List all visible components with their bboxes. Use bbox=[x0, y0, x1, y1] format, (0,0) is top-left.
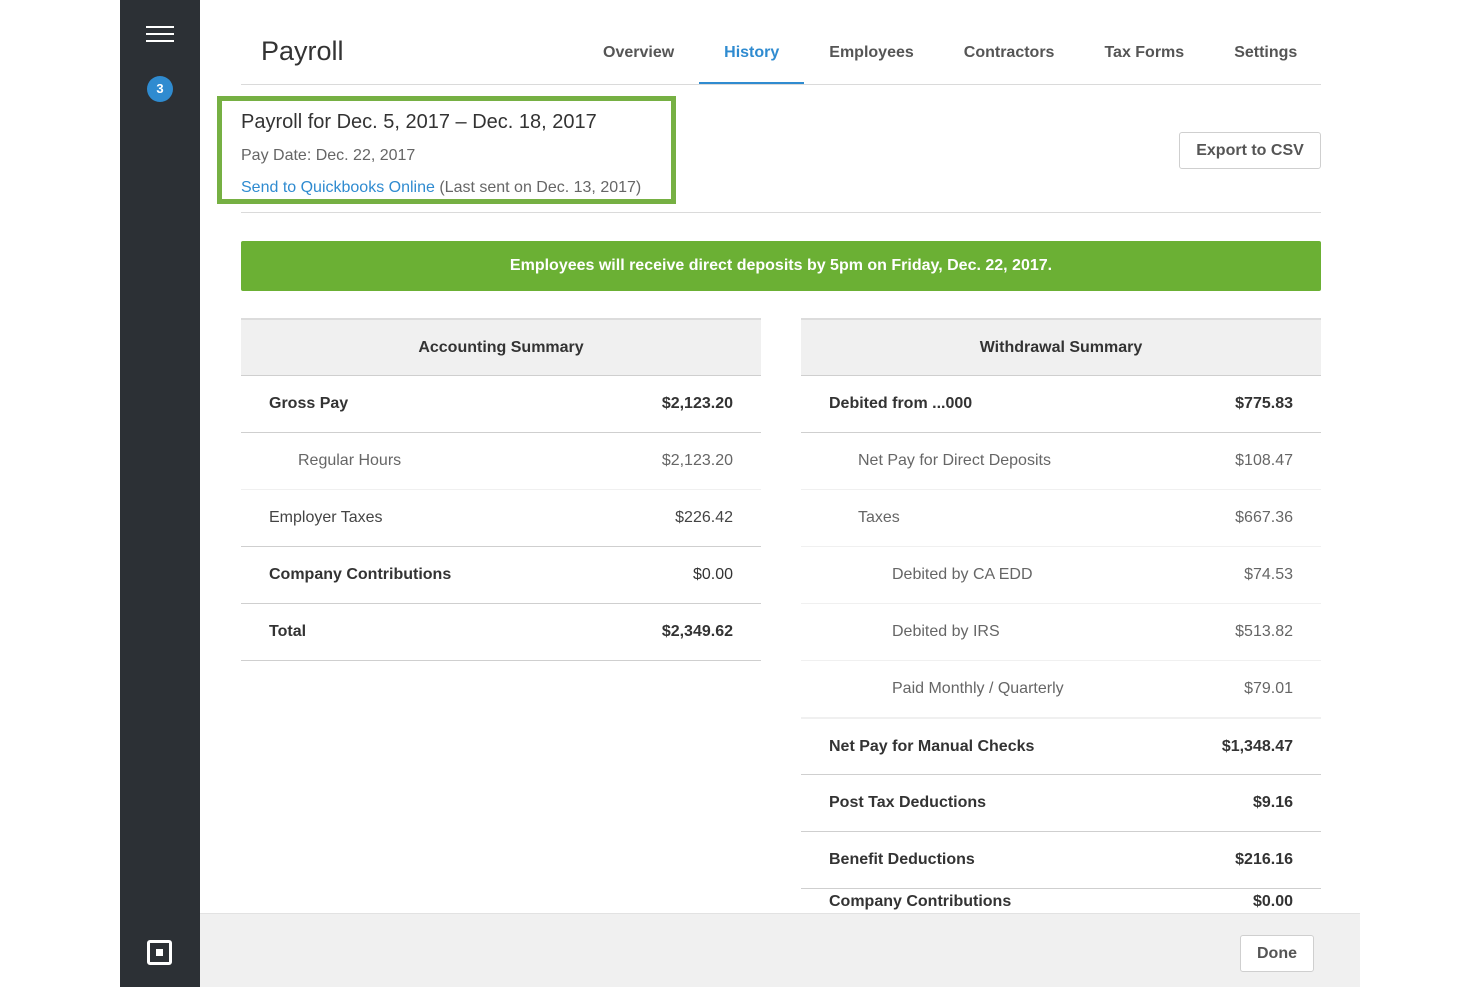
table-row: Taxes $667.36 bbox=[801, 490, 1321, 547]
section-divider bbox=[241, 212, 1321, 213]
row-value: $2,123.20 bbox=[661, 395, 733, 412]
row-value: $74.53 bbox=[1244, 566, 1293, 583]
table-row: Gross Pay $2,123.20 bbox=[241, 376, 761, 433]
table-row: Company Contributions $0.00 bbox=[801, 889, 1321, 911]
page-title: Payroll bbox=[261, 36, 344, 66]
table-row: Post Tax Deductions $9.16 bbox=[801, 775, 1321, 832]
table-row: Benefit Deductions $216.16 bbox=[801, 832, 1321, 889]
footer-bar: Done bbox=[200, 913, 1360, 987]
tab-contractors[interactable]: Contractors bbox=[939, 22, 1080, 84]
pay-date: Pay Date: Dec. 22, 2017 bbox=[241, 147, 416, 164]
row-label: Gross Pay bbox=[269, 395, 349, 412]
quickbooks-line: Send to Quickbooks Online (Last sent on … bbox=[241, 179, 641, 197]
table-row: Total $2,349.62 bbox=[241, 604, 761, 661]
row-label: Company Contributions bbox=[829, 893, 1012, 910]
row-label: Debited by CA EDD bbox=[892, 566, 1033, 583]
export-csv-button[interactable]: Export to CSV bbox=[1179, 132, 1321, 169]
row-value: $667.36 bbox=[1235, 509, 1293, 526]
withdrawal-summary-table: Withdrawal Summary Debited from ...000 $… bbox=[801, 318, 1321, 911]
table-row: Regular Hours $2,123.20 bbox=[241, 433, 761, 490]
row-label: Paid Monthly / Quarterly bbox=[892, 680, 1064, 697]
row-value: $1,348.47 bbox=[1221, 737, 1293, 755]
row-value: $216.16 bbox=[1235, 851, 1293, 868]
row-label: Total bbox=[269, 623, 307, 640]
row-value: $2,349.62 bbox=[661, 623, 733, 640]
app-frame: 3 Payroll Overview History Employees Con… bbox=[0, 0, 1480, 987]
accounting-summary-table: Accounting Summary Gross Pay $2,123.20 R… bbox=[241, 318, 761, 661]
row-label: Employer Taxes bbox=[269, 509, 383, 526]
withdrawal-summary-heading: Withdrawal Summary bbox=[801, 318, 1321, 376]
tab-overview[interactable]: Overview bbox=[578, 22, 699, 84]
table-row: Employer Taxes $226.42 bbox=[241, 490, 761, 547]
quickbooks-last-sent: (Last sent on Dec. 13, 2017) bbox=[439, 179, 642, 196]
tab-bar: Overview History Employees Contractors T… bbox=[578, 22, 1322, 85]
main-panel: Payroll Overview History Employees Contr… bbox=[200, 0, 1360, 987]
tab-settings[interactable]: Settings bbox=[1209, 22, 1322, 84]
table-row: Debited by IRS $513.82 bbox=[801, 604, 1321, 661]
sidebar: 3 bbox=[120, 0, 200, 987]
accounting-summary-heading: Accounting Summary bbox=[241, 318, 761, 376]
row-label: Net Pay for Manual Checks bbox=[829, 737, 1035, 755]
hamburger-icon[interactable] bbox=[146, 24, 174, 44]
row-value: $108.47 bbox=[1235, 452, 1293, 469]
row-value: $513.82 bbox=[1235, 623, 1293, 640]
row-label: Post Tax Deductions bbox=[829, 794, 987, 811]
tab-employees[interactable]: Employees bbox=[804, 22, 938, 84]
row-label: Net Pay for Direct Deposits bbox=[858, 452, 1051, 469]
row-label: Debited by IRS bbox=[892, 623, 1000, 640]
row-label: Debited from ...000 bbox=[829, 395, 973, 412]
row-value: $775.83 bbox=[1235, 395, 1293, 412]
table-row: Net Pay for Manual Checks $1,348.47 bbox=[801, 718, 1321, 775]
row-value: $2,123.20 bbox=[661, 452, 733, 469]
send-to-quickbooks-link[interactable]: Send to Quickbooks Online bbox=[241, 179, 435, 196]
square-logo-icon[interactable] bbox=[147, 940, 172, 965]
row-label: Taxes bbox=[858, 509, 900, 526]
table-row: Debited from ...000 $775.83 bbox=[801, 376, 1321, 433]
row-value: $9.16 bbox=[1252, 794, 1293, 811]
tab-history[interactable]: History bbox=[699, 22, 805, 85]
row-value: $79.01 bbox=[1244, 680, 1293, 697]
tab-tax-forms[interactable]: Tax Forms bbox=[1079, 22, 1209, 84]
table-row: Company Contributions $0.00 bbox=[241, 547, 761, 604]
row-value: $226.42 bbox=[675, 509, 733, 526]
table-row: Debited by CA EDD $74.53 bbox=[801, 547, 1321, 604]
table-row: Paid Monthly / Quarterly $79.01 bbox=[801, 661, 1321, 718]
payroll-period-highlight: Payroll for Dec. 5, 2017 – Dec. 18, 2017… bbox=[217, 96, 676, 204]
payroll-period-title: Payroll for Dec. 5, 2017 – Dec. 18, 2017 bbox=[241, 111, 597, 133]
row-label: Benefit Deductions bbox=[829, 851, 975, 868]
row-value: $0.00 bbox=[1252, 893, 1293, 910]
table-row: Net Pay for Direct Deposits $108.47 bbox=[801, 433, 1321, 490]
done-button[interactable]: Done bbox=[1240, 935, 1314, 972]
row-value: $0.00 bbox=[692, 566, 733, 583]
row-label: Company Contributions bbox=[269, 566, 452, 583]
deposit-notice-banner: Employees will receive direct deposits b… bbox=[241, 241, 1321, 291]
header-divider bbox=[241, 84, 1321, 85]
notification-badge[interactable]: 3 bbox=[147, 76, 173, 102]
row-label: Regular Hours bbox=[298, 452, 402, 469]
